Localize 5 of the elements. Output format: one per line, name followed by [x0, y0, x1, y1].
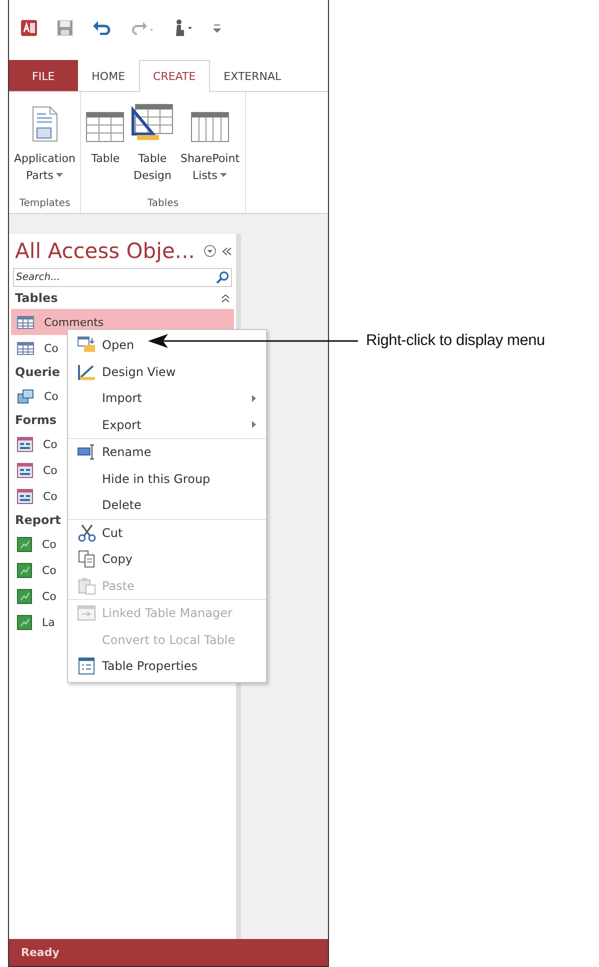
status-bar: Ready: [9, 939, 328, 966]
callout-text: Right-click to display menu: [366, 332, 545, 350]
group-label: Tables: [146, 197, 180, 211]
pane-title: All Access Obje...: [15, 239, 195, 263]
group-label: Templates: [18, 197, 72, 211]
